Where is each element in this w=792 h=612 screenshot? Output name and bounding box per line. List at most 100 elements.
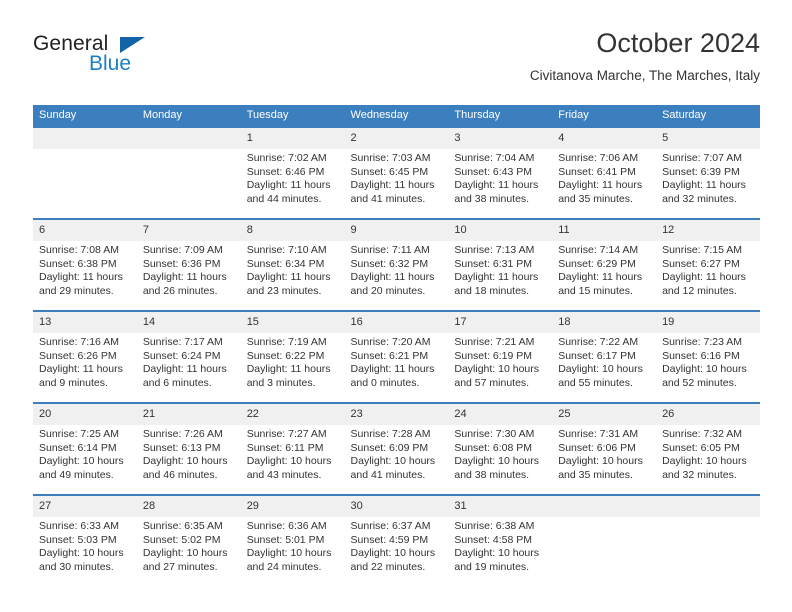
day-number <box>33 128 137 149</box>
day-number: 27 <box>33 496 137 517</box>
day-info-line: Daylight: 11 hours <box>662 271 746 284</box>
calendar-day-cell[interactable]: 20 Sunrise: 7:25 AM Sunset: 6:14 PM Dayligh… <box>33 402 137 495</box>
calendar-day-cell[interactable]: 10 Sunrise: 7:13 AM Sunset: 6:31 PM Dayligh… <box>448 218 553 311</box>
day-info-line: Sunset: 6:17 PM <box>558 349 636 362</box>
day-info-line: and 41 minutes. <box>350 468 426 481</box>
day-number: 16 <box>344 312 449 333</box>
general-blue-logo[interactable]: General Blue <box>33 32 183 84</box>
calendar-day-cell[interactable]: 15 Sunrise: 7:19 AM Sunset: 6:22 PM Dayligh… <box>240 310 345 403</box>
day-sun-info: Sunrise: 6:38 AM Sunset: 4:58 PM Daylight:… <box>448 517 552 574</box>
calendar-day-cell[interactable]: 9 Sunrise: 7:11 AM Sunset: 6:32 PM Daylight… <box>344 218 449 311</box>
day-info-line: Daylight: 10 hours <box>558 363 643 376</box>
day-info-line: Daylight: 10 hours <box>454 455 540 468</box>
calendar-day-cell[interactable]: 23 Sunrise: 7:28 AM Sunset: 6:09 PM Dayligh… <box>344 402 449 495</box>
day-number: 11 <box>552 220 657 241</box>
day-info-line: Sunrise: 7:09 AM <box>142 244 223 256</box>
day-sun-info: Sunrise: 7:20 AM Sunset: 6:21 PM Daylight:… <box>345 333 449 390</box>
day-info-line: Sunset: 6:41 PM <box>558 165 636 178</box>
calendar-day-cell[interactable]: 13 Sunrise: 7:16 AM Sunset: 6:26 PM Dayligh… <box>33 310 137 403</box>
calendar-body: 1 Sunrise: 7:02 AM Sunset: 6:46 PM Daylight… <box>33 126 760 586</box>
calendar-week-row: 6 Sunrise: 7:08 AM Sunset: 6:38 PM Daylight… <box>33 218 760 311</box>
day-info-line: Sunset: 6:26 PM <box>39 349 117 362</box>
day-number <box>552 496 657 517</box>
calendar-day-cell-empty <box>136 126 241 219</box>
day-info-line: and 18 minutes. <box>454 284 530 297</box>
calendar-day-cell[interactable]: 21 Sunrise: 7:26 AM Sunset: 6:13 PM Dayligh… <box>136 402 241 495</box>
calendar-day-cell[interactable]: 6 Sunrise: 7:08 AM Sunset: 6:38 PM Daylight… <box>33 218 137 311</box>
day-sun-info: Sunrise: 7:30 AM Sunset: 6:08 PM Daylight:… <box>448 425 552 482</box>
calendar-table: Sunday Monday Tuesday Wednesday Thursday Frid… <box>33 105 760 586</box>
calendar-day-cell[interactable]: 30 Sunrise: 6:37 AM Sunset: 4:59 PM Dayligh… <box>344 494 449 586</box>
day-info-line: Sunset: 6:46 PM <box>246 165 325 178</box>
day-info-line: Sunrise: 7:27 AM <box>246 428 327 440</box>
day-info-line: Sunset: 4:59 PM <box>350 533 429 546</box>
calendar-day-cell[interactable]: 26 Sunrise: 7:32 AM Sunset: 6:05 PM Dayligh… <box>656 402 760 495</box>
day-info-line: Sunrise: 7:25 AM <box>39 428 119 440</box>
day-number <box>656 496 760 517</box>
day-info-line: Sunrise: 7:04 AM <box>454 152 535 164</box>
day-sun-info: Sunrise: 7:28 AM Sunset: 6:09 PM Daylight:… <box>345 425 449 482</box>
day-sun-info: Sunrise: 7:13 AM Sunset: 6:31 PM Daylight:… <box>448 241 552 298</box>
day-info-line: Sunrise: 6:36 AM <box>246 520 327 532</box>
day-info-line: and 29 minutes. <box>39 284 114 297</box>
day-info-line: Sunset: 6:43 PM <box>454 165 533 178</box>
day-info-line: and 57 minutes. <box>454 376 530 389</box>
weekday-header-saturday: Saturday <box>656 105 760 127</box>
day-info-line: Daylight: 10 hours <box>350 547 436 560</box>
day-info-line: Sunset: 6:16 PM <box>662 349 740 362</box>
weekday-header-row: Sunday Monday Tuesday Wednesday Thursday Frid… <box>33 105 760 127</box>
day-number: 25 <box>552 404 657 425</box>
calendar-day-cell[interactable]: 12 Sunrise: 7:15 AM Sunset: 6:27 PM Dayligh… <box>656 218 760 311</box>
calendar-day-cell[interactable]: 24 Sunrise: 7:30 AM Sunset: 6:08 PM Dayligh… <box>448 402 553 495</box>
day-sun-info: Sunrise: 7:17 AM Sunset: 6:24 PM Daylight:… <box>137 333 241 390</box>
day-sun-info: Sunrise: 7:32 AM Sunset: 6:05 PM Daylight:… <box>656 425 760 482</box>
calendar-day-cell[interactable]: 5 Sunrise: 7:07 AM Sunset: 6:39 PM Daylight… <box>656 126 760 219</box>
day-number: 3 <box>448 128 553 149</box>
day-sun-info: Sunrise: 7:21 AM Sunset: 6:19 PM Daylight:… <box>448 333 552 390</box>
calendar-day-cell[interactable]: 29 Sunrise: 6:36 AM Sunset: 5:01 PM Dayligh… <box>240 494 345 586</box>
calendar-day-cell[interactable]: 25 Sunrise: 7:31 AM Sunset: 6:06 PM Dayligh… <box>552 402 657 495</box>
calendar-day-cell[interactable]: 4 Sunrise: 7:06 AM Sunset: 6:41 PM Daylight… <box>552 126 657 219</box>
calendar-day-cell[interactable]: 2 Sunrise: 7:03 AM Sunset: 6:45 PM Daylight… <box>344 126 449 219</box>
page-title: October 2024 <box>596 28 760 58</box>
day-number: 2 <box>344 128 449 149</box>
calendar-day-cell[interactable]: 14 Sunrise: 7:17 AM Sunset: 6:24 PM Dayligh… <box>136 310 241 403</box>
calendar-day-cell[interactable]: 3 Sunrise: 7:04 AM Sunset: 6:43 PM Daylight… <box>448 126 553 219</box>
day-info-line: Daylight: 10 hours <box>142 547 228 560</box>
calendar-day-cell-empty <box>552 494 657 586</box>
calendar-day-cell[interactable]: 8 Sunrise: 7:10 AM Sunset: 6:34 PM Daylight… <box>240 218 345 311</box>
calendar-day-cell-empty <box>656 494 760 586</box>
calendar-day-cell[interactable]: 18 Sunrise: 7:22 AM Sunset: 6:17 PM Dayligh… <box>552 310 657 403</box>
day-info-line: and 12 minutes. <box>662 284 737 297</box>
day-info-line: Sunset: 6:24 PM <box>142 349 221 362</box>
calendar-day-cell[interactable]: 1 Sunrise: 7:02 AM Sunset: 6:46 PM Daylight… <box>240 126 345 219</box>
calendar-day-cell[interactable]: 17 Sunrise: 7:21 AM Sunset: 6:19 PM Dayligh… <box>448 310 553 403</box>
day-info-line: and 43 minutes. <box>246 468 322 481</box>
calendar-day-cell[interactable]: 11 Sunrise: 7:14 AM Sunset: 6:29 PM Dayligh… <box>552 218 657 311</box>
day-info-line: Sunrise: 6:38 AM <box>454 520 535 532</box>
day-sun-info: Sunrise: 7:19 AM Sunset: 6:22 PM Daylight:… <box>241 333 345 390</box>
weekday-header-monday: Monday <box>136 105 241 127</box>
day-info-line: Sunset: 6:29 PM <box>558 257 636 270</box>
calendar-day-cell[interactable]: 22 Sunrise: 7:27 AM Sunset: 6:11 PM Dayligh… <box>240 402 345 495</box>
day-number: 7 <box>136 220 241 241</box>
day-sun-info: Sunrise: 7:31 AM Sunset: 6:06 PM Daylight:… <box>552 425 656 482</box>
calendar-day-cell[interactable]: 31 Sunrise: 6:38 AM Sunset: 4:58 PM Dayligh… <box>448 494 553 586</box>
day-sun-info: Sunrise: 7:27 AM Sunset: 6:11 PM Daylight:… <box>241 425 345 482</box>
day-info-line: Daylight: 11 hours <box>558 271 643 284</box>
calendar-day-cell[interactable]: 19 Sunrise: 7:23 AM Sunset: 6:16 PM Dayligh… <box>656 310 760 403</box>
day-sun-info: Sunrise: 7:22 AM Sunset: 6:17 PM Daylight:… <box>552 333 656 390</box>
day-info-line: Daylight: 11 hours <box>39 271 123 284</box>
day-sun-info: Sunrise: 6:35 AM Sunset: 5:02 PM Daylight:… <box>137 517 241 574</box>
calendar-day-cell[interactable]: 27 Sunrise: 6:33 AM Sunset: 5:03 PM Dayligh… <box>33 494 137 586</box>
day-sun-info <box>33 149 137 152</box>
calendar-day-cell[interactable]: 7 Sunrise: 7:09 AM Sunset: 6:36 PM Daylight… <box>136 218 241 311</box>
calendar-day-cell[interactable]: 28 Sunrise: 6:35 AM Sunset: 5:02 PM Dayligh… <box>136 494 241 586</box>
day-sun-info: Sunrise: 7:16 AM Sunset: 6:26 PM Daylight:… <box>33 333 137 390</box>
day-info-line: Sunrise: 7:15 AM <box>662 244 743 256</box>
calendar-day-cell[interactable]: 16 Sunrise: 7:20 AM Sunset: 6:21 PM Dayligh… <box>344 310 449 403</box>
day-info-line: Sunset: 6:39 PM <box>662 165 740 178</box>
day-info-line: Sunset: 6:27 PM <box>662 257 740 270</box>
day-sun-info <box>137 149 241 152</box>
day-info-line: Sunset: 6:31 PM <box>454 257 533 270</box>
